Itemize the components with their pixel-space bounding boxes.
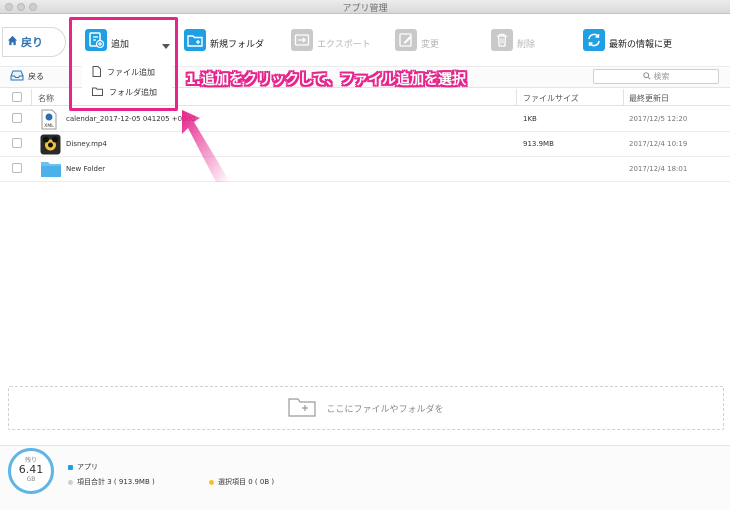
trash-icon [491,29,513,51]
row-checkbox[interactable] [12,163,22,173]
selected-items: 選択項目 0 ( 0B ) [209,477,274,487]
menu-item-label: フォルダ追加 [109,87,157,97]
menu-item-add-folder[interactable]: フォルダ追加 [82,82,172,102]
file-icon [92,65,101,79]
table-row[interactable]: Disney.mp4 913.9MB 2017/12/4 10:19 [0,132,730,157]
select-all-checkbox[interactable] [12,92,22,102]
add-button[interactable]: 追加 [85,29,129,51]
column-header-size[interactable]: ファイルサイズ [523,93,579,104]
edit-button[interactable]: 変更 [395,29,439,51]
edit-label: 変更 [421,39,440,50]
xml-file-icon: XML [40,109,58,132]
row-checkbox[interactable] [12,138,22,148]
column-header-modified[interactable]: 最終更新日 [629,93,669,104]
row-checkbox[interactable] [12,113,22,123]
menu-item-label: ファイル追加 [107,67,155,77]
table-row[interactable]: New Folder 2017/12/4 18:01 [0,157,730,182]
export-icon [291,29,313,51]
refresh-icon [583,29,605,51]
refresh-label: 最新の情報に更 [609,39,673,50]
new-folder-label: 新規フォルダ [210,39,265,50]
app-window: アプリ管理 戻り 追加 新規フォルダ エクスポート 変更 削除 最新の情報に更 … [0,0,730,510]
back-button-label: 戻り [21,36,43,49]
table-row[interactable]: XML calendar_2017-12-05 041205 +0000 1KB… [0,107,730,132]
delete-button[interactable]: 削除 [491,29,535,51]
status-footer: 残り 6.41 GB アプリ 項目合計 3 ( 913.9MB ) 選択項目 0… [0,445,730,510]
export-label: エクスポート [317,39,371,50]
search-placeholder: 検索 [653,72,670,81]
new-folder-icon [184,29,206,51]
inbox-icon [10,70,24,83]
row-size: 913.9MB [523,140,554,148]
add-menu: ファイル追加 フォルダ追加 [82,62,172,102]
row-size: 1KB [523,115,537,123]
sub-back-label: 戻る [28,72,44,81]
annotation-arrow-icon [182,110,230,182]
folder-outline-small-icon [92,87,103,98]
toolbar: 戻り 追加 新規フォルダ エクスポート 変更 削除 最新の情報に更 [0,15,730,65]
edit-icon [395,29,417,51]
remaining-value: 6.41 [18,463,44,476]
category-label: アプリ [68,462,98,472]
annotation-text: 1.追加をクリックして、ファイル追加を選択 [186,72,466,88]
search-icon [642,71,651,82]
delete-label: 削除 [517,39,536,50]
drop-zone[interactable]: ここにファイルやフォルダを [8,386,724,430]
selected-items-text: 選択項目 0 ( 0B ) [218,478,275,486]
back-button[interactable]: 戻り [2,27,66,57]
video-file-icon [40,134,61,157]
menu-item-add-file[interactable]: ファイル追加 [82,62,172,82]
total-items-text: 項目合計 3 ( 913.9MB ) [77,478,155,486]
row-name: Disney.mp4 [66,140,107,148]
refresh-button[interactable]: 最新の情報に更 [583,29,672,51]
row-modified: 2017/12/4 18:01 [629,165,688,173]
add-file-icon [85,29,107,51]
category-dot-icon [68,464,73,470]
export-button[interactable]: エクスポート [291,29,371,51]
row-modified: 2017/12/4 10:19 [629,140,688,148]
total-dot-icon [68,479,73,485]
storage-gauge: 残り 6.41 GB [8,448,54,494]
row-name: New Folder [66,165,106,173]
folder-icon [40,160,62,180]
folder-outline-icon [288,397,317,420]
add-dropdown-chevron-icon[interactable] [162,44,170,49]
new-folder-button[interactable]: 新規フォルダ [184,29,264,51]
remaining-unit: GB [26,476,36,483]
add-button-label: 追加 [111,39,130,50]
search-input[interactable]: 検索 [593,69,719,84]
home-icon [7,35,18,49]
total-items: 項目合計 3 ( 913.9MB ) [68,477,155,487]
category-text: アプリ [77,463,98,471]
selected-dot-icon [209,479,214,485]
window-title: アプリ管理 [342,4,388,14]
svg-text:XML: XML [44,123,54,129]
column-header-name[interactable]: 名称 [38,93,54,104]
drop-zone-text: ここにファイルやフォルダを [326,404,444,415]
title-bar: アプリ管理 [0,0,730,14]
sub-back-button[interactable]: 戻る [10,70,44,83]
row-modified: 2017/12/5 12:20 [629,115,688,123]
